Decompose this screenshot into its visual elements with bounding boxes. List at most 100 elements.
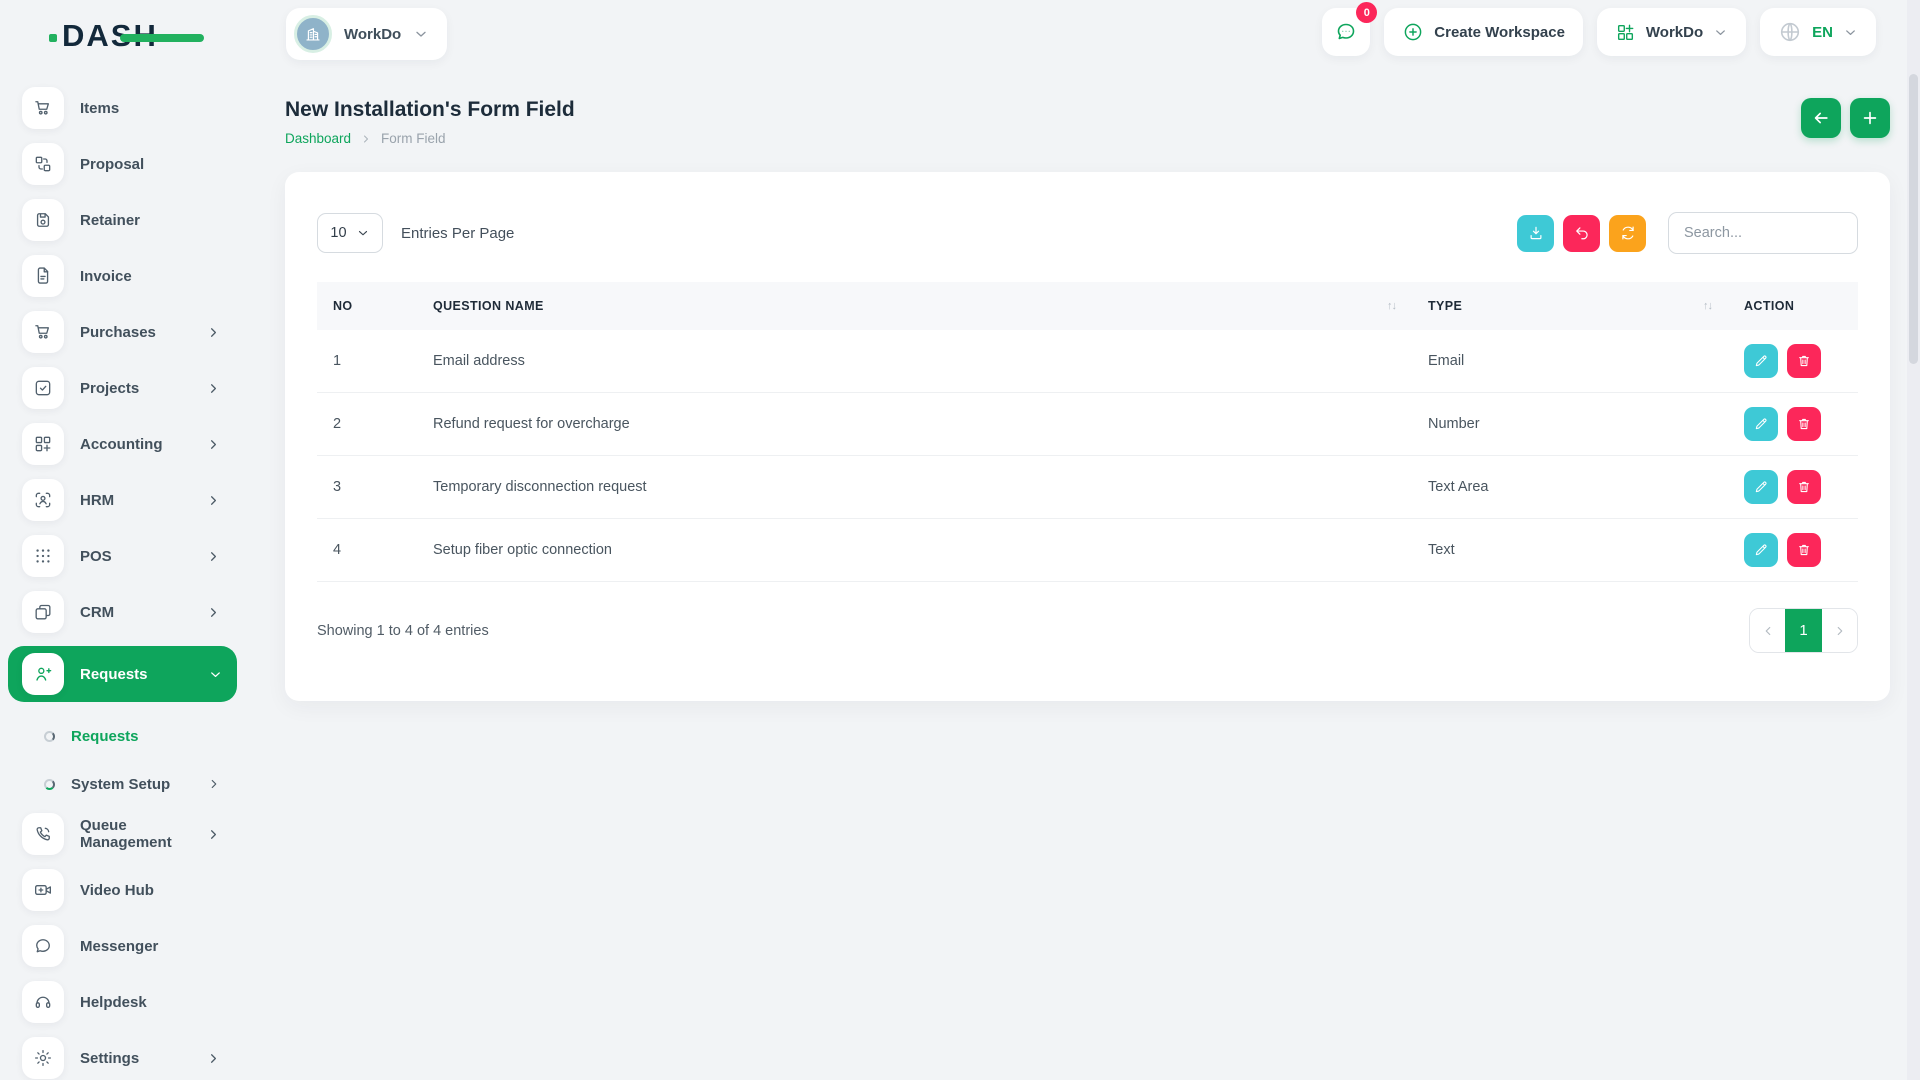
headset-icon	[22, 981, 64, 1023]
row-question: Temporary disconnection request	[417, 456, 1412, 519]
chevron-right-icon	[206, 493, 221, 508]
next-page-button[interactable]	[1822, 609, 1857, 652]
chevron-down-icon	[356, 226, 370, 240]
entries-per-page-select[interactable]: 10	[317, 213, 383, 253]
add-form-field-button[interactable]	[1850, 98, 1890, 138]
sidebar-item-proposal[interactable]: Proposal	[22, 142, 235, 186]
check-square-icon	[22, 367, 64, 409]
workspace-avatar-building-icon	[294, 15, 332, 53]
pencil-icon	[1753, 542, 1769, 558]
chevron-right-icon	[206, 605, 221, 620]
breadcrumb-current: Form Field	[381, 131, 446, 146]
circle-bullet-icon	[44, 731, 55, 742]
back-button[interactable]	[1801, 98, 1841, 138]
sidebar-subitem-requests[interactable]: Requests	[44, 716, 235, 756]
sidebar-item-accounting[interactable]: Accounting	[22, 422, 235, 466]
chevron-right-icon	[206, 1051, 221, 1066]
sort-icon[interactable]: ↑↓	[1387, 300, 1396, 312]
edit-button[interactable]	[1744, 533, 1778, 567]
reset-button[interactable]	[1563, 215, 1600, 252]
swap-boxes-icon	[22, 143, 64, 185]
video-camera-icon	[22, 869, 64, 911]
save-icon	[22, 199, 64, 241]
breadcrumb: Dashboard Form Field	[285, 131, 1890, 146]
sidebar-item-queue-management[interactable]: Queue Management	[22, 812, 235, 856]
table-row: 4 Setup fiber optic connection Text	[317, 519, 1858, 582]
sidebar-item-helpdesk[interactable]: Helpdesk	[22, 980, 235, 1024]
circle-bullet-icon	[44, 779, 55, 790]
column-header-no[interactable]: NO	[317, 282, 417, 330]
column-header-action: ACTION	[1728, 282, 1858, 330]
row-no: 2	[317, 393, 417, 456]
sidebar-item-crm[interactable]: CRM	[22, 590, 235, 634]
row-question: Email address	[417, 330, 1412, 393]
sidebar-item-settings[interactable]: Settings	[22, 1036, 235, 1080]
top-bar: DASH WorkDo 0 Create W	[0, 0, 1920, 70]
refresh-button[interactable]	[1609, 215, 1646, 252]
trash-icon	[1796, 542, 1812, 558]
table-row: 1 Email address Email	[317, 330, 1858, 393]
form-fields-card: 10 Entries Per Page	[285, 172, 1890, 701]
language-selector[interactable]: EN	[1760, 8, 1876, 56]
sidebar-item-purchases[interactable]: Purchases	[22, 310, 235, 354]
app-switcher-button[interactable]: WorkDo	[1597, 8, 1746, 56]
row-type: Text	[1412, 519, 1728, 582]
pencil-icon	[1753, 479, 1769, 495]
app-logo[interactable]: DASH	[62, 18, 158, 54]
edit-button[interactable]	[1744, 344, 1778, 378]
export-button[interactable]	[1517, 215, 1554, 252]
table-footer: Showing 1 to 4 of 4 entries 1	[317, 608, 1858, 653]
chevron-down-icon	[208, 667, 223, 682]
sidebar-item-messenger[interactable]: Messenger	[22, 924, 235, 968]
chevron-down-icon	[413, 26, 429, 42]
arrow-left-icon	[1811, 108, 1831, 128]
messages-button[interactable]: 0	[1322, 8, 1370, 56]
edit-button[interactable]	[1744, 407, 1778, 441]
column-header-question-name[interactable]: QUESTION NAME ↑↓	[417, 282, 1412, 330]
sidebar-item-requests[interactable]: Requests	[8, 646, 237, 702]
chevron-right-icon	[207, 777, 221, 791]
delete-button[interactable]	[1787, 344, 1821, 378]
trash-icon	[1796, 416, 1812, 432]
sidebar-subitem-system-setup[interactable]: System Setup	[44, 764, 235, 804]
scrollbar-thumb[interactable]	[1909, 74, 1918, 364]
sidebar-item-items[interactable]: Items	[22, 86, 235, 130]
workspace-selector[interactable]: WorkDo	[286, 8, 447, 60]
top-right-actions: 0 Create Workspace WorkDo EN	[1322, 8, 1876, 56]
trash-icon	[1796, 479, 1812, 495]
chat-badge: 0	[1356, 2, 1377, 23]
previous-page-button[interactable]	[1750, 609, 1785, 652]
sidebar-item-projects[interactable]: Projects	[22, 366, 235, 410]
row-type: Number	[1412, 393, 1728, 456]
page-number-button[interactable]: 1	[1785, 609, 1822, 652]
grid-plus-icon	[1615, 22, 1636, 43]
sidebar-item-hrm[interactable]: HRM	[22, 478, 235, 522]
sidebar: Items Proposal Retainer Invoice Purchase…	[0, 70, 245, 1080]
chevron-right-icon	[206, 549, 221, 564]
edit-button[interactable]	[1744, 470, 1778, 504]
entries-per-page-value: 10	[330, 225, 346, 241]
sidebar-item-retainer[interactable]: Retainer	[22, 198, 235, 242]
sidebar-item-invoice[interactable]: Invoice	[22, 254, 235, 298]
chat-bubble-icon	[1334, 20, 1358, 44]
create-workspace-button[interactable]: Create Workspace	[1384, 8, 1583, 56]
table-row: 3 Temporary disconnection request Text A…	[317, 456, 1858, 519]
chevron-down-icon	[1713, 25, 1728, 40]
delete-button[interactable]	[1787, 407, 1821, 441]
delete-button[interactable]	[1787, 533, 1821, 567]
chevron-down-icon	[1843, 25, 1858, 40]
sort-icon[interactable]: ↑↓	[1703, 300, 1712, 312]
delete-button[interactable]	[1787, 470, 1821, 504]
row-no: 3	[317, 456, 417, 519]
breadcrumb-dashboard-link[interactable]: Dashboard	[285, 131, 351, 146]
sidebar-item-video-hub[interactable]: Video Hub	[22, 868, 235, 912]
column-header-type[interactable]: TYPE ↑↓	[1412, 282, 1728, 330]
refresh-icon	[1619, 224, 1637, 242]
page-scrollbar[interactable]	[1907, 0, 1920, 1080]
sidebar-item-pos[interactable]: POS	[22, 534, 235, 578]
table-toolbar: 10 Entries Per Page	[317, 212, 1858, 254]
row-type: Email	[1412, 330, 1728, 393]
invoice-icon	[22, 255, 64, 297]
search-input[interactable]	[1668, 212, 1858, 254]
table-header-row: NO QUESTION NAME ↑↓ TYPE ↑↓ ACTION	[317, 282, 1858, 330]
